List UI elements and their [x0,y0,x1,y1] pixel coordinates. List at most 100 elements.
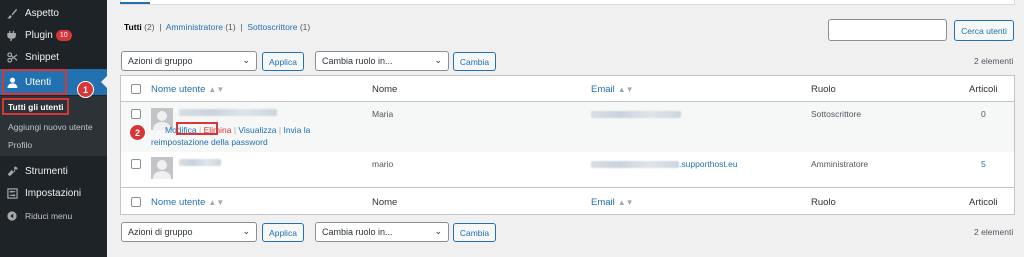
users-table: Nome utente ▲▼ Nome Email ▲▼ Ruolo Articol… [120,75,1015,215]
submenu-profilo[interactable]: Profilo [8,140,32,150]
user-name: Maria [372,109,394,119]
column-name: Nome [372,84,398,95]
column-name: Nome [372,197,398,208]
row-checkbox[interactable] [131,159,141,169]
column-email[interactable]: Email ▲▼ [591,197,634,208]
sort-icon: ▲▼ [617,85,634,94]
collapse-icon [5,210,19,222]
column-email[interactable]: Email ▲▼ [591,84,634,95]
table-row: mario .supporthost.eu Amministratore 5 [121,152,1014,188]
bulk-actions-select-top[interactable]: Azioni di gruppo ⌄ [121,51,257,71]
sort-icon: ▲▼ [208,198,225,207]
sidebar-item-label: Impostazioni [25,187,82,199]
user-name: mario [372,159,394,169]
paintbrush-icon [5,7,19,19]
filter-separator: | [156,22,164,32]
apply-button-bottom[interactable]: Applica [262,223,304,242]
user-role-filters: Tutti (2) | Amministratore (1) | Sottosc… [124,22,310,32]
table-row: Modifica | Elimina | Visualizza | Invia … [121,102,1014,152]
search-users-button[interactable]: Cerca utenti [954,20,1014,41]
filter-admin-count: (1) [225,22,236,32]
column-username-label: Nome utente [151,197,206,208]
filter-administrator[interactable]: Amministratore [166,22,223,32]
send-reset-link-cont[interactable]: reimpostazione della password [151,137,268,147]
table-footer: Nome utente ▲▼ Nome Email ▲▼ Ruolo Articol… [121,189,1014,215]
bulk-actions-value: Azioni di gruppo [128,227,193,237]
change-role-select-top[interactable]: Cambia ruolo in... ⌄ [315,51,449,71]
sidebar-item-label: Plugin [25,29,53,41]
user-post-count: 0 [981,109,986,119]
collapse-menu-button[interactable]: Riduci menu [0,205,107,227]
chevron-down-icon: ⌄ [242,226,250,236]
column-role: Ruolo [811,84,836,95]
filter-separator: | [238,22,245,32]
user-post-count[interactable]: 5 [981,159,986,169]
user-avatar [151,157,173,179]
view-user-link[interactable]: Visualizza [238,125,276,135]
table-header: Nome utente ▲▼ Nome Email ▲▼ Ruolo Articol… [121,76,1014,102]
column-role: Ruolo [811,197,836,208]
row-checkbox[interactable] [131,109,141,119]
highlight-modifica [176,122,218,135]
sidebar-item-label: Snippet [25,51,59,63]
select-all-checkbox[interactable] [131,84,141,94]
update-count-badge: 10 [55,29,72,41]
column-posts: Articoli [969,197,998,208]
email-redacted [591,161,679,168]
filter-sub-count: (1) [299,22,311,32]
column-posts: Articoli [969,84,998,95]
sidebar-item-plugin[interactable]: Plugin 10 [0,24,107,46]
change-role-button-bottom[interactable]: Cambia [453,223,496,242]
top-tab-indicator [120,0,150,4]
sidebar-item-label: Aspetto [25,7,59,19]
column-username[interactable]: Nome utente ▲▼ [151,84,224,95]
filter-all-count: (2) [144,22,155,32]
filter-subscriber[interactable]: Sottoscrittore [247,22,297,32]
select-all-checkbox[interactable] [131,197,141,207]
column-username-label: Nome utente [151,84,206,95]
submenu-aggiungi-nuovo-utente[interactable]: Aggiungi nuovo utente [8,122,93,132]
change-role-select-bottom[interactable]: Cambia ruolo in... ⌄ [315,222,449,242]
admin-sidebar: Aspetto Plugin 10 Snippet Utenti Tutti g… [0,0,107,257]
user-email-suffix[interactable]: .supporthost.eu [679,159,738,169]
column-username[interactable]: Nome utente ▲▼ [151,197,224,208]
change-role-button-top[interactable]: Cambia [453,52,496,71]
sidebar-item-strumenti[interactable]: Strumenti [0,160,107,182]
change-role-value: Cambia ruolo in... [322,56,393,66]
username-redacted [179,159,221,166]
sidebar-item-aspetto[interactable]: Aspetto [0,2,107,24]
sidebar-item-label: Riduci menu [25,211,73,221]
bulk-actions-select-bottom[interactable]: Azioni di gruppo ⌄ [121,222,257,242]
user-role: Sottoscrittore [811,109,862,119]
sidebar-item-snippet[interactable]: Snippet [0,46,107,68]
apply-button-top[interactable]: Applica [262,52,304,71]
items-count-bottom: 2 elementi [974,227,1014,237]
sort-icon: ▲▼ [208,85,225,94]
step-2-badge: 2 [129,124,146,141]
search-users-input[interactable] [828,19,947,41]
sort-icon: ▲▼ [617,198,634,207]
highlight-utenti [2,69,67,95]
scissors-icon [5,51,19,63]
username-redacted [179,109,277,116]
sidebar-item-label: Strumenti [25,165,68,177]
chevron-down-icon: ⌄ [434,55,442,65]
change-role-value: Cambia ruolo in... [322,227,393,237]
column-email-label: Email [591,84,615,95]
settings-icon [5,187,19,199]
chevron-down-icon: ⌄ [434,226,442,236]
user-role: Amministratore [811,159,869,169]
chevron-down-icon: ⌄ [242,55,250,65]
sidebar-item-impostazioni[interactable]: Impostazioni [0,182,107,204]
filter-all[interactable]: Tutti [124,22,142,32]
main-content: Tutti (2) | Amministratore (1) | Sottosc… [107,0,1024,257]
email-redacted [591,111,681,118]
column-email-label: Email [591,197,615,208]
highlight-tutti-gli-utenti [2,98,69,115]
top-panel-edge [120,0,1015,5]
wrench-icon [5,165,19,177]
items-count-top: 2 elementi [974,56,1014,66]
send-reset-link[interactable]: Invia la [283,125,310,135]
plug-icon [5,29,19,41]
step-1-badge: 1 [77,81,94,98]
